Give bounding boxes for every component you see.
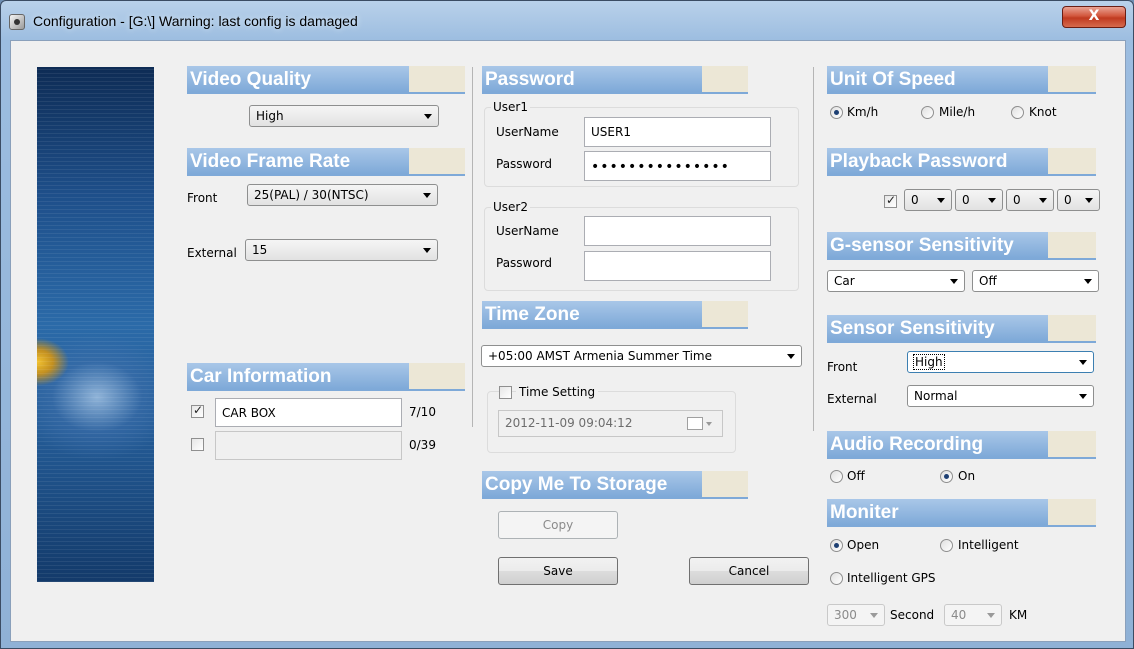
- user2-password-input[interactable]: [584, 251, 771, 281]
- moniter-seconds-label: Second: [890, 608, 935, 622]
- datetime-picker[interactable]: 2012-11-09 09:04:12: [498, 410, 723, 437]
- chevron-down-icon: [870, 613, 878, 618]
- sensor-external-label: External: [827, 392, 877, 406]
- window-frame: Configuration - [G:\] Warning: last conf…: [0, 0, 1134, 649]
- video-quality-select[interactable]: High: [249, 105, 439, 127]
- playback-digit-2-select[interactable]: 0: [955, 189, 1003, 211]
- chevron-down-icon: [423, 248, 431, 253]
- unit-of-speed-header: Unit Of Speed: [827, 66, 1096, 94]
- external-frame-rate-select[interactable]: 15: [245, 239, 438, 261]
- cancel-button[interactable]: Cancel: [689, 557, 809, 585]
- column-divider-right: [813, 67, 814, 431]
- chevron-down-icon: [423, 193, 431, 198]
- user2-username-input[interactable]: [584, 216, 771, 246]
- external-frame-rate-label: External: [187, 246, 237, 260]
- video-quality-header: Video Quality: [187, 66, 465, 94]
- video-frame-rate-header: Video Frame Rate: [187, 148, 465, 176]
- window-title: Configuration - [G:\] Warning: last conf…: [33, 13, 358, 29]
- front-frame-rate-select[interactable]: 25(PAL) / 30(NTSC): [247, 184, 438, 206]
- moniter-km-select[interactable]: 40: [944, 604, 1002, 626]
- chevron-down-icon: [1039, 198, 1047, 203]
- copy-to-storage-header: Copy Me To Storage: [482, 471, 748, 499]
- moniter-intelligent-label: Intelligent: [958, 538, 1019, 552]
- dashcam-side-image: [37, 67, 154, 582]
- chevron-down-icon: [1084, 279, 1092, 284]
- user1-username-input[interactable]: USER1: [584, 117, 771, 147]
- user2-group-label: User2: [491, 200, 530, 214]
- moniter-open-label: Open: [847, 538, 880, 552]
- audio-on-radio[interactable]: [940, 470, 953, 483]
- audio-off-radio[interactable]: [830, 470, 843, 483]
- title-bar[interactable]: Configuration - [G:\] Warning: last conf…: [1, 1, 1133, 39]
- save-button[interactable]: Save: [498, 557, 618, 585]
- calendar-icon: [687, 417, 703, 430]
- dialog-client-area: Video Quality High Video Frame Rate Fron…: [10, 40, 1126, 642]
- chevron-down-icon: [787, 354, 795, 359]
- chevron-down-icon: [1085, 198, 1093, 203]
- sensor-external-select[interactable]: Normal: [907, 385, 1094, 407]
- playback-digit-4-select[interactable]: 0: [1057, 189, 1100, 211]
- speed-mileh-radio[interactable]: [921, 106, 934, 119]
- password-header: Password: [482, 66, 748, 94]
- audio-off-label: Off: [847, 469, 865, 483]
- car-info-1-input[interactable]: CAR BOX: [215, 398, 402, 427]
- chevron-down-icon: [988, 198, 996, 203]
- chevron-down-icon: [424, 114, 432, 119]
- g-sensor-vehicle-select[interactable]: Car: [827, 270, 965, 292]
- moniter-seconds-select[interactable]: 300: [827, 604, 885, 626]
- speed-knot-label: Knot: [1029, 105, 1057, 119]
- playback-digit-3-select[interactable]: 0: [1006, 189, 1054, 211]
- chevron-down-icon: [987, 613, 995, 618]
- user1-group-label: User1: [491, 100, 530, 114]
- time-setting-checkbox[interactable]: [499, 386, 512, 399]
- speed-knot-radio[interactable]: [1011, 106, 1024, 119]
- time-zone-header: Time Zone: [482, 301, 748, 329]
- chevron-down-icon: [1079, 394, 1087, 399]
- moniter-intelligent-radio[interactable]: [940, 539, 953, 552]
- close-button[interactable]: X: [1062, 6, 1126, 28]
- user1-password-input[interactable]: •••••••••••••••: [584, 151, 771, 181]
- copy-button[interactable]: Copy: [498, 511, 618, 539]
- audio-recording-header: Audio Recording: [827, 431, 1096, 459]
- moniter-intelligent-gps-radio[interactable]: [830, 572, 843, 585]
- g-sensor-level-select[interactable]: Off: [972, 270, 1099, 292]
- chevron-down-icon: [950, 279, 958, 284]
- column-divider-left: [472, 67, 473, 427]
- chevron-down-icon: [937, 198, 945, 203]
- car-info-2-checkbox[interactable]: [191, 438, 204, 451]
- time-zone-select[interactable]: +05:00 AMST Armenia Summer Time: [481, 345, 802, 367]
- chevron-down-icon: [1079, 360, 1087, 365]
- moniter-km-label: KM: [1009, 608, 1028, 622]
- audio-on-label: On: [958, 469, 976, 483]
- speed-kmh-label: Km/h: [847, 105, 879, 119]
- speed-kmh-radio[interactable]: [830, 106, 843, 119]
- app-icon: [9, 14, 25, 30]
- playback-password-header: Playback Password: [827, 148, 1096, 176]
- car-info-2-count: 0/39: [409, 438, 436, 452]
- car-info-2-input[interactable]: [215, 431, 402, 460]
- playback-password-checkbox[interactable]: [884, 193, 897, 208]
- moniter-header: Moniter: [827, 499, 1096, 527]
- sensor-sensitivity-header: Sensor Sensitivity: [827, 315, 1096, 343]
- user2-password-label: Password: [496, 256, 553, 270]
- moniter-open-radio[interactable]: [830, 539, 843, 552]
- user1-password-label: Password: [496, 157, 553, 171]
- speed-mileh-label: Mile/h: [939, 105, 976, 119]
- playback-digit-1-select[interactable]: 0: [904, 189, 952, 211]
- user1-username-label: UserName: [496, 125, 559, 139]
- car-info-1-checkbox[interactable]: [191, 403, 204, 418]
- chevron-down-icon: [706, 422, 712, 426]
- user2-username-label: UserName: [496, 224, 559, 238]
- sensor-front-select[interactable]: High: [907, 351, 1094, 373]
- sensor-front-label: Front: [827, 360, 858, 374]
- car-info-1-count: 7/10: [409, 405, 436, 419]
- front-frame-rate-label: Front: [187, 191, 218, 205]
- car-information-header: Car Information: [187, 363, 465, 391]
- moniter-intelligent-gps-label: Intelligent GPS: [847, 571, 936, 585]
- g-sensor-header: G-sensor Sensitivity: [827, 232, 1096, 260]
- time-setting-label: Time Setting: [516, 385, 599, 399]
